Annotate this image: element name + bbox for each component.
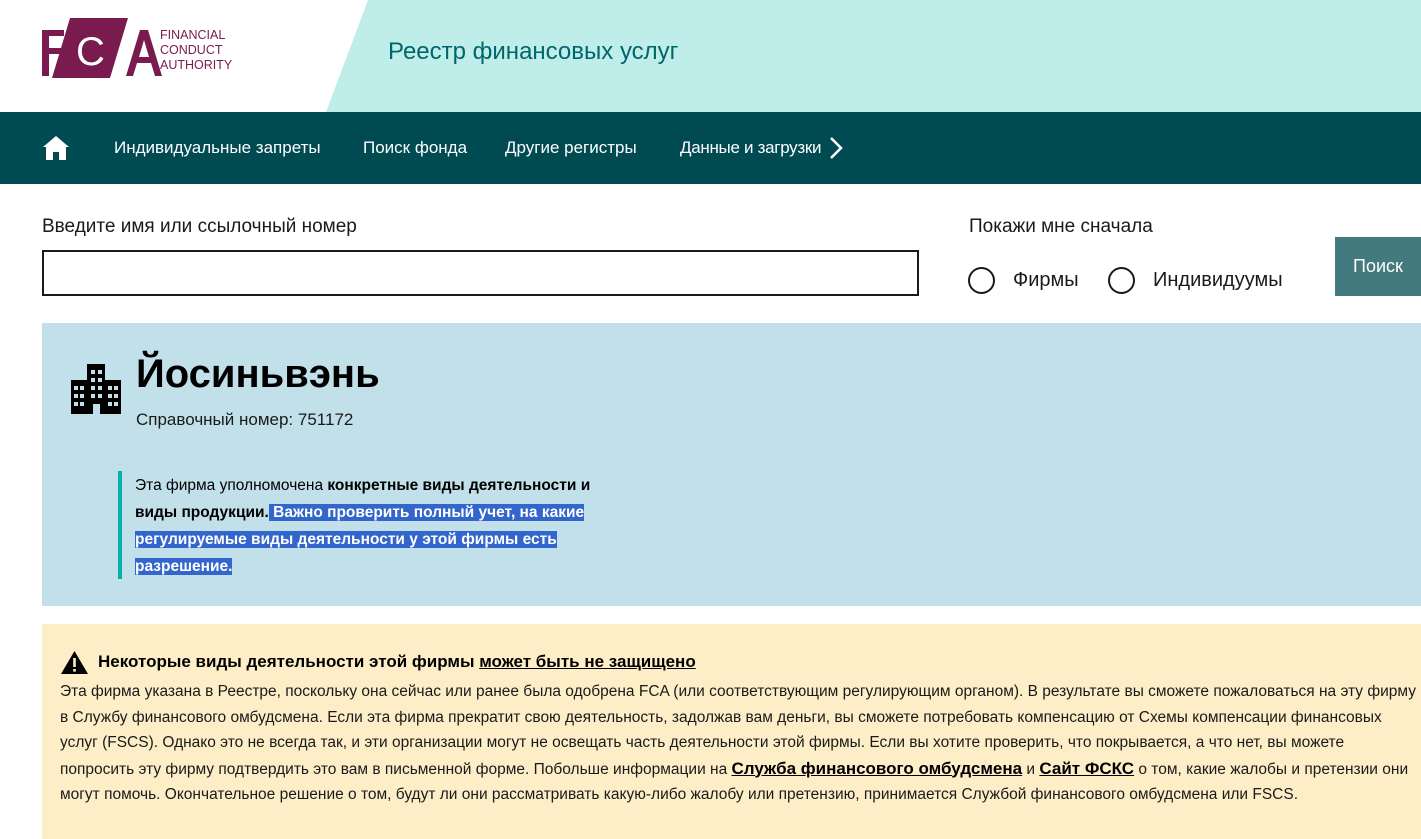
warning-body: Эта фирма указана в Реестре, поскольку о…: [60, 679, 1421, 808]
logo-line-2: CONDUCT: [160, 43, 223, 57]
site-header: C FINANCIAL CONDUCT AUTHORITY Реестр фин…: [0, 0, 1421, 112]
radio-firms-label[interactable]: Фирмы: [1013, 269, 1079, 292]
search-label: Введите имя или ссылочный номер: [42, 216, 357, 237]
search-button[interactable]: Поиск: [1335, 237, 1421, 296]
show-first-label: Покажи мне сначала: [969, 216, 1153, 237]
radio-individuals-label[interactable]: Индивидуумы: [1153, 269, 1283, 292]
nav-item-other-registers[interactable]: Другие регистры: [505, 138, 637, 158]
radio-firms[interactable]: [968, 267, 995, 294]
fscs-link[interactable]: Сайт ФСКС: [1039, 759, 1134, 778]
logo-line-3: AUTHORITY: [160, 58, 233, 72]
chevron-right-icon[interactable]: [828, 136, 844, 160]
callout-accent-bar: [118, 471, 122, 579]
firm-name: Йосиньвэнь: [136, 352, 380, 396]
warning-title: Некоторые виды деятельности этой фирмы м…: [98, 652, 696, 672]
nav-item-fund-search[interactable]: Поиск фонда: [363, 138, 467, 158]
callout-prefix: Эта фирма уполномочена: [135, 477, 328, 494]
warning-body-and: и: [1022, 760, 1040, 778]
radio-individuals[interactable]: [1108, 267, 1135, 294]
fca-logo[interactable]: C FINANCIAL CONDUCT AUTHORITY: [42, 18, 252, 78]
ombudsman-link[interactable]: Служба финансового омбудсмена: [732, 759, 1023, 778]
warning-triangle-icon: [61, 651, 88, 674]
nav-item-individual-bans[interactable]: Индивидуальные запреты: [114, 138, 321, 158]
nav-item-data-downloads[interactable]: Данные и загрузки: [680, 138, 822, 158]
building-icon: [71, 364, 121, 414]
main-nav: Индивидуальные запреты Поиск фонда Други…: [0, 112, 1421, 184]
site-title: Реестр финансовых услуг: [388, 38, 679, 65]
warning-title-text: Некоторые виды деятельности этой фирмы: [98, 652, 480, 671]
warning-title-link[interactable]: может быть не защищено: [479, 652, 696, 671]
home-icon[interactable]: [42, 134, 70, 162]
firm-reference-number: Справочный номер: 751172: [136, 410, 354, 429]
svg-text:C: C: [76, 30, 105, 74]
logo-line-1: FINANCIAL: [160, 28, 225, 42]
firm-callout: Эта фирма уполномочена конкретные виды д…: [135, 472, 635, 580]
search-input[interactable]: [42, 250, 919, 296]
